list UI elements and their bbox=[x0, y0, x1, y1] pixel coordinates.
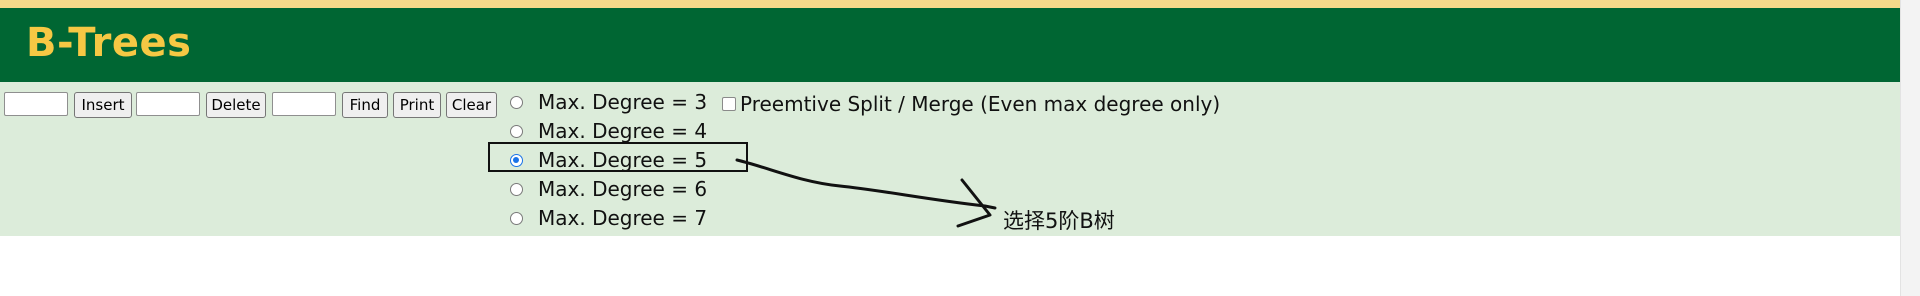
annotation-arrow bbox=[735, 158, 997, 228]
annotation-text: 选择5阶B树 bbox=[1003, 209, 1115, 233]
